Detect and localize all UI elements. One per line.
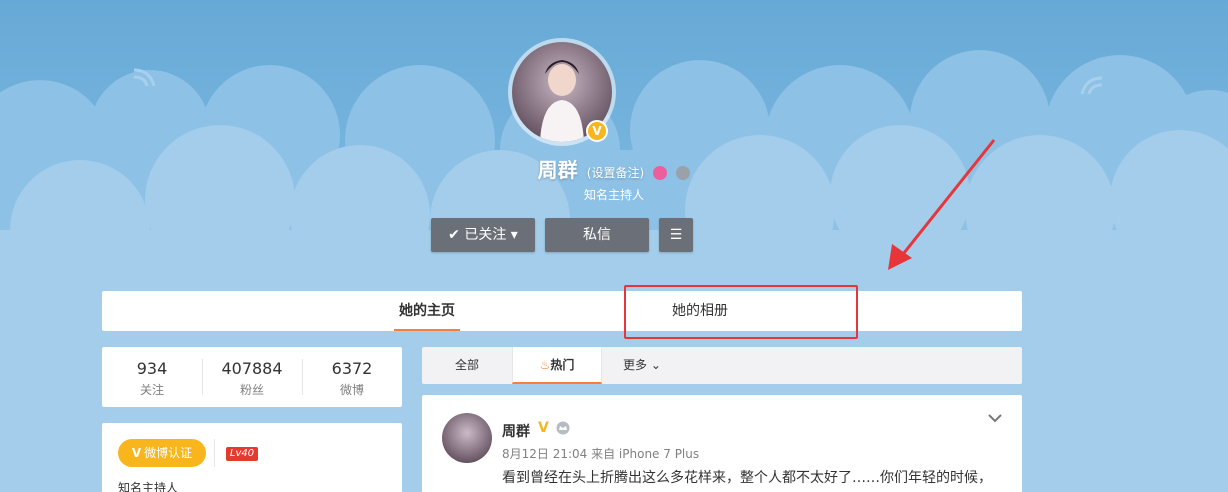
profile-name-row: 周群 (设置备注) — [0, 154, 1228, 183]
post-meta: 8月12日 21:04 来自 iPhone 7 Plus — [502, 447, 700, 461]
check-icon: ✔ — [448, 227, 460, 243]
stat-posts-count: 6372 — [331, 359, 373, 378]
verified-badge-icon: V — [586, 120, 608, 142]
stat-posts-label: 微博 — [339, 383, 364, 397]
tab-more-label: 更多 — [623, 358, 648, 372]
annotation-highlight-box — [624, 285, 858, 339]
feed-post-card: 周群 V 8月12日 21:04 来自 iPhone 7 Plus 看到曾经在头… — [422, 395, 1022, 492]
profile-name: 周群 — [537, 158, 578, 182]
profile-subtitle: 知名主持人 — [583, 188, 644, 202]
hamburger-icon: ☰ — [669, 227, 683, 243]
verified-label: 微博认证 — [144, 446, 193, 460]
post-author-name[interactable]: 周群 — [502, 421, 530, 441]
stat-followers-label: 粉丝 — [239, 383, 264, 397]
more-menu-button[interactable]: ☰ — [659, 218, 693, 252]
stat-following-label: 关注 — [139, 383, 164, 397]
tab-more[interactable]: 更多 ⌄ — [612, 347, 672, 384]
tab-hot[interactable]: ♨热门 — [512, 347, 602, 384]
search-tag-icon[interactable] — [653, 165, 668, 180]
stat-posts[interactable]: 6372 微博 — [302, 347, 402, 407]
stat-following[interactable]: 934 关注 — [102, 347, 202, 407]
info-panel: V 微博认证 Lv40 知名主持人 — [102, 423, 402, 492]
verified-v-icon: V — [131, 446, 142, 460]
crown-icon — [556, 421, 570, 435]
decor-signal-icon-left — [133, 68, 156, 87]
decor-signal-icon-right — [1080, 76, 1103, 95]
set-remark-link[interactable]: (设置备注) — [587, 166, 644, 180]
post-options-chevron-icon[interactable] — [988, 413, 1002, 423]
message-button[interactable]: 私信 — [545, 218, 649, 252]
caret-down-icon: ▾ — [510, 227, 518, 243]
stat-following-count: 934 — [136, 359, 168, 378]
feed-filter-tabs: 全部 ♨热门 更多 ⌄ — [422, 347, 1022, 384]
weibo-verified-badge[interactable]: V 微博认证 — [118, 439, 206, 467]
tab-all[interactable]: 全部 — [422, 347, 512, 384]
stats-panel: 934 关注 407884 粉丝 6372 微博 — [102, 347, 402, 407]
tab-hot-label: 热门 — [550, 358, 575, 372]
post-verified-icon: V — [538, 420, 549, 436]
stat-followers-count: 407884 — [221, 359, 283, 378]
profile-tab-bar: 她的主页 她的相册 — [102, 291, 1022, 331]
post-author-avatar[interactable] — [442, 413, 492, 463]
chevron-down-icon: ⌄ — [650, 358, 661, 372]
info-description: 知名主持人 — [118, 481, 179, 492]
post-text: 看到曾经在头上折腾出这么多花样来，整个人都不太好了……你们年轻的时候， — [502, 470, 992, 486]
followed-label: 已关注 — [464, 227, 507, 243]
member-icon — [676, 165, 691, 180]
tab-her-homepage[interactable]: 她的主页 — [394, 291, 460, 331]
flame-icon: ♨ — [539, 358, 551, 372]
level-badge[interactable]: Lv40 — [226, 447, 258, 461]
stat-followers[interactable]: 407884 粉丝 — [202, 347, 302, 407]
followed-button[interactable]: ✔ 已关注 ▾ — [431, 218, 535, 252]
divider — [214, 439, 215, 467]
